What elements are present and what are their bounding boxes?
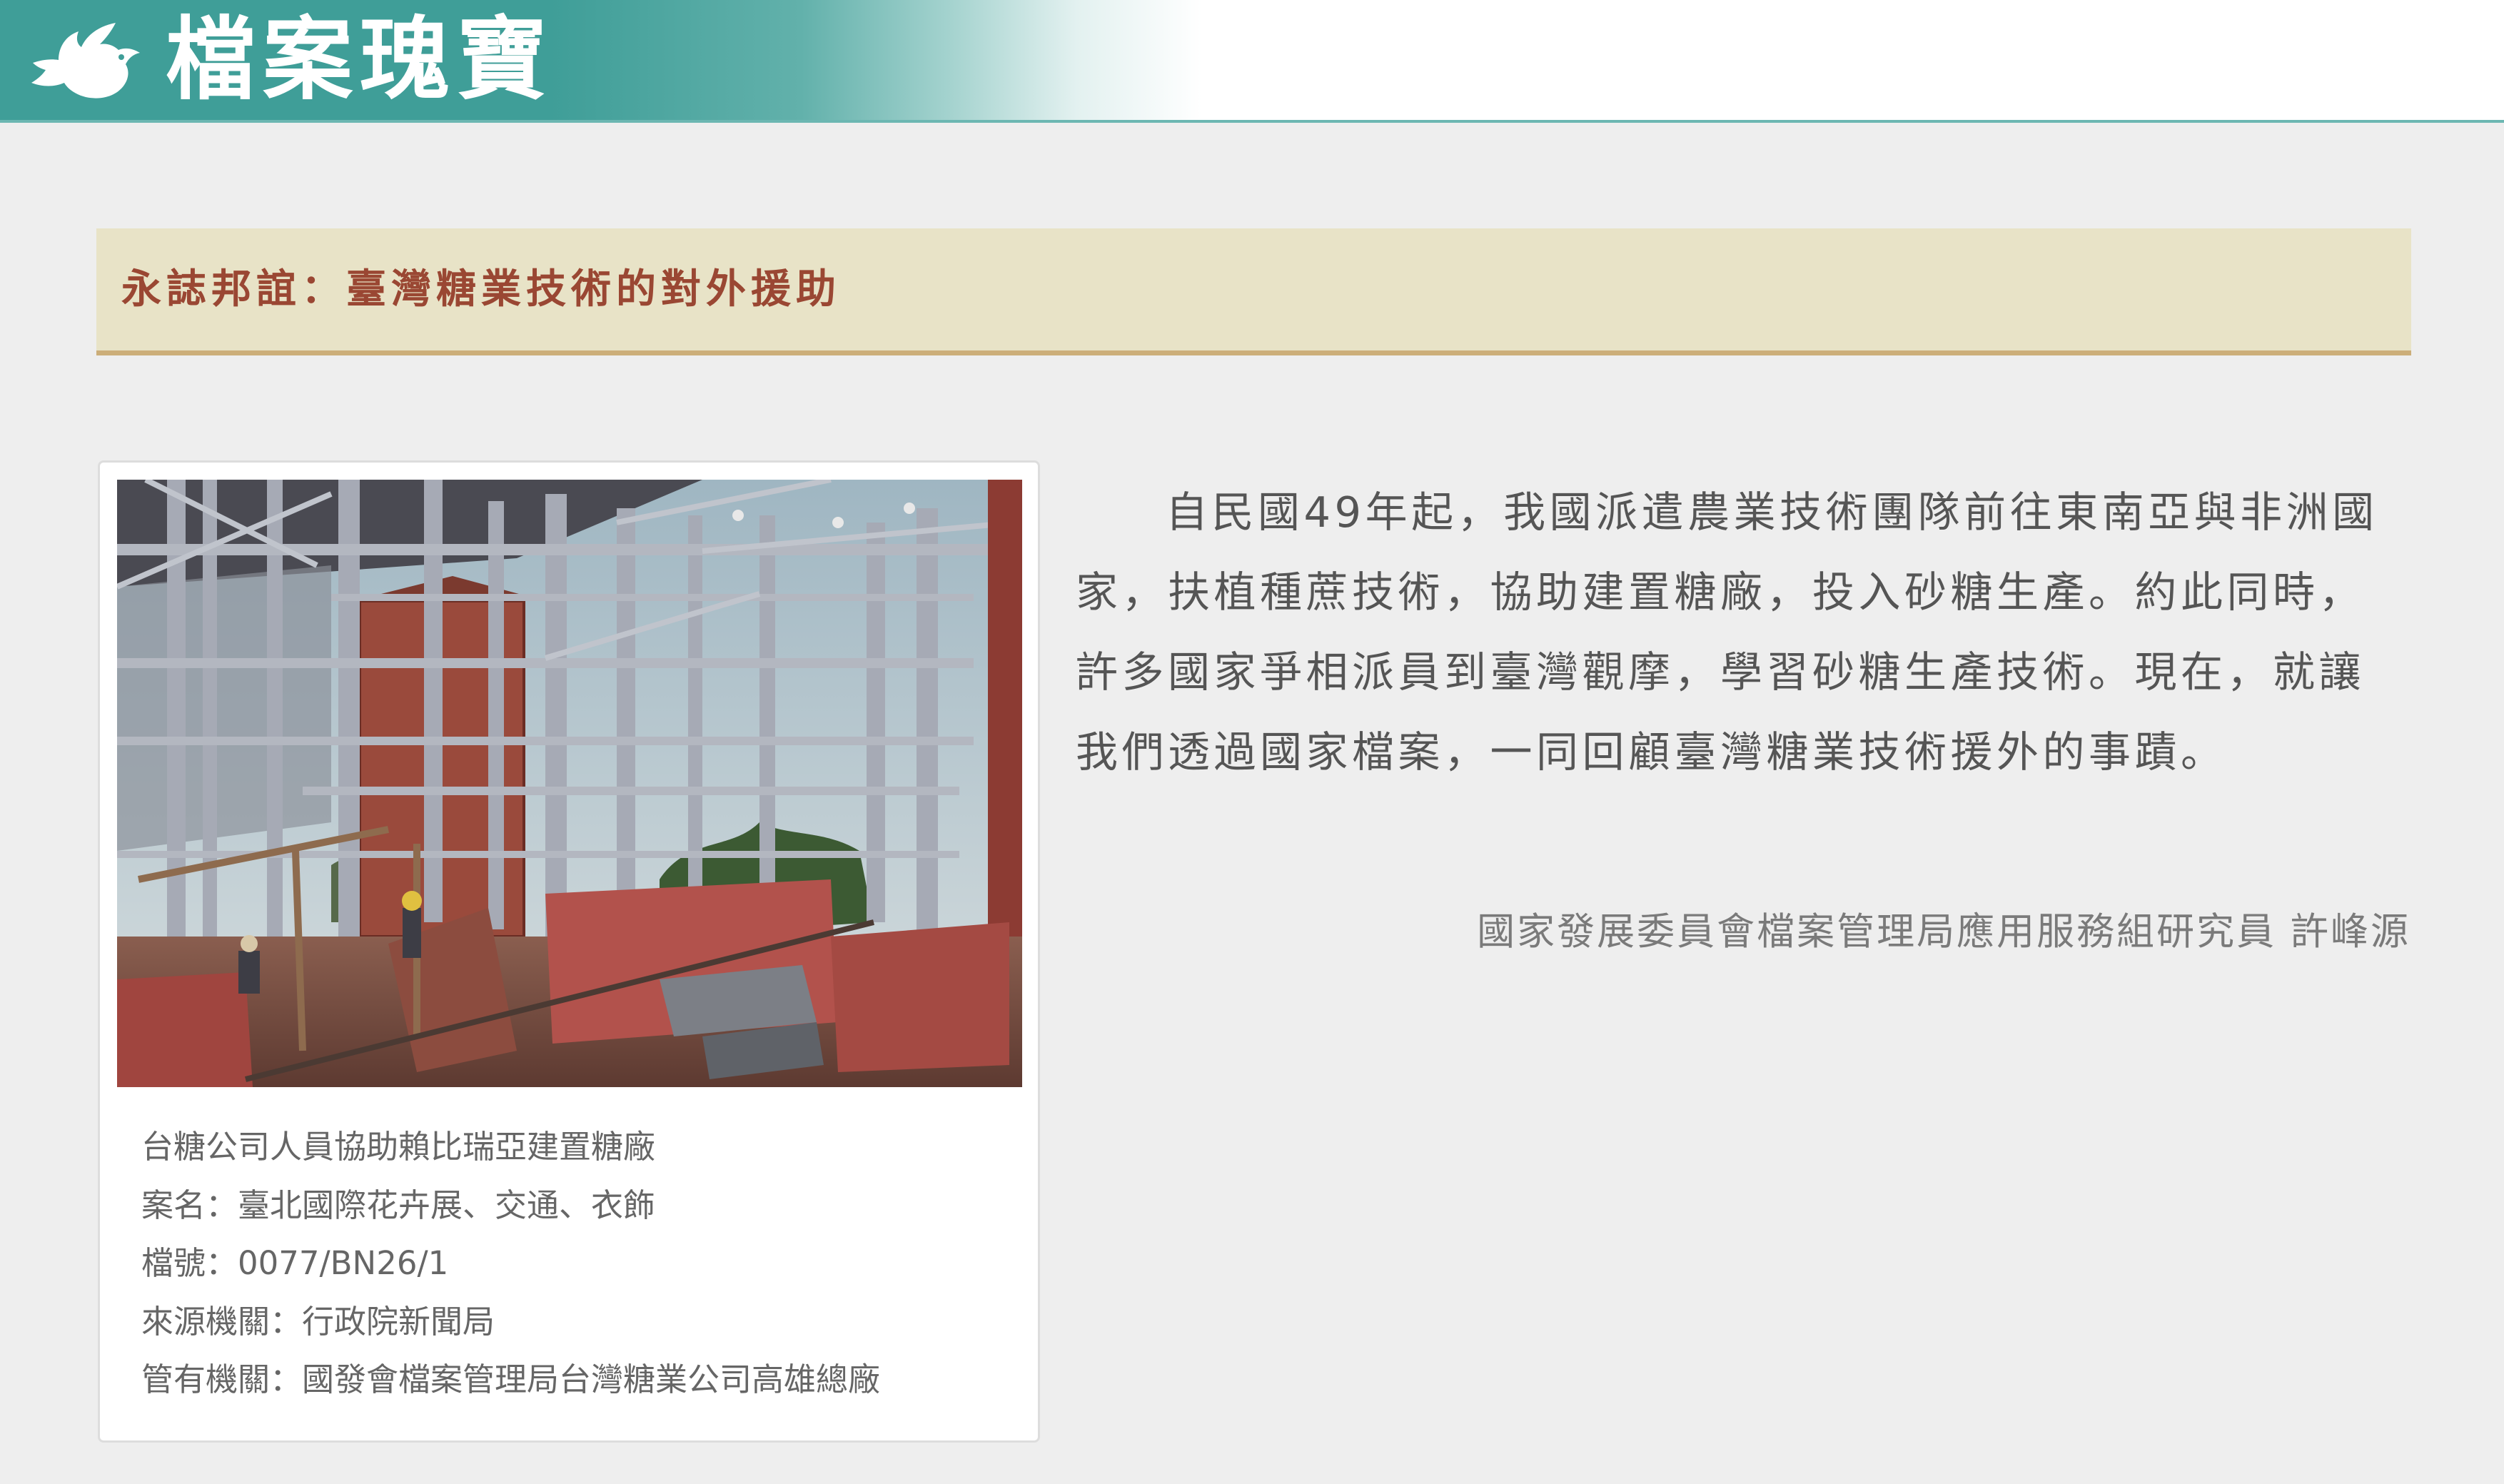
photo-case-name: 案名：臺北國際花卉展、交通、衣飾 xyxy=(141,1186,656,1224)
article-title-band: 永誌邦誼：臺灣糖業技術的對外援助 xyxy=(96,228,2411,355)
intro-paragraph: 自民國49年起，我國派遣農業技術團隊前往東南亞與非洲國家，扶植種蔗技術，協助建置… xyxy=(1076,488,2378,777)
sugar-factory-construction-image xyxy=(117,480,1022,1087)
photo-card: 台糖公司人員協助賴比瑞亞建置糖廠 案名：臺北國際花卉展、交通、衣飾 檔號：007… xyxy=(98,460,1040,1443)
photo-source-agency: 來源機關：行政院新聞局 xyxy=(141,1302,495,1341)
dove-icon[interactable] xyxy=(26,19,143,104)
photo-description: 台糖公司人員協助賴比瑞亞建置糖廠 xyxy=(141,1128,656,1166)
archive-photo[interactable] xyxy=(117,480,1022,1087)
site-header: 檔案瑰寶 xyxy=(0,0,2504,123)
page-title: 永誌邦誼：臺灣糖業技術的對外援助 xyxy=(121,266,841,313)
site-title[interactable]: 檔案瑰寶 xyxy=(166,6,554,114)
photo-file-number: 檔號：0077/BN26/1 xyxy=(141,1244,449,1282)
photo-caption: 台糖公司人員協助賴比瑞亞建置糖廠 案名：臺北國際花卉展、交通、衣飾 檔號：007… xyxy=(141,1118,1012,1409)
photo-custodian: 管有機關：國發會檔案管理局台灣糖業公司高雄總廠 xyxy=(141,1361,881,1398)
author-credit: 國家發展委員會檔案管理局應用服務組研究員 許峰源 xyxy=(1477,910,2410,954)
